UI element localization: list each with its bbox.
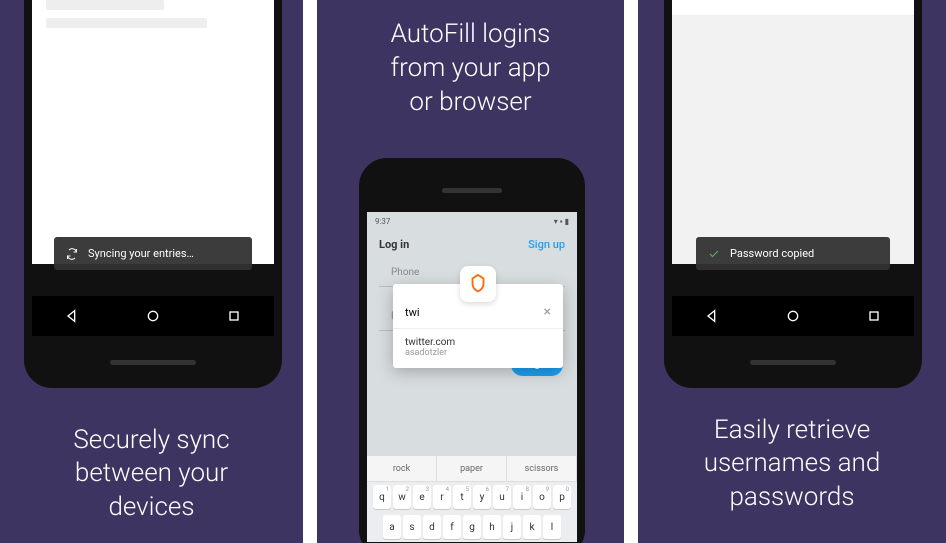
android-navbar bbox=[32, 296, 274, 336]
password-field: Password •••••••••••••••• bbox=[672, 0, 914, 16]
phone-chin bbox=[24, 336, 282, 388]
keyboard-key[interactable]: k bbox=[523, 515, 541, 539]
lockwise-logo-icon bbox=[460, 266, 496, 302]
keyboard-key[interactable]: 5t bbox=[453, 485, 471, 509]
keyboard-key[interactable]: l bbox=[543, 515, 561, 539]
android-navbar bbox=[672, 296, 914, 336]
keyboard-key[interactable]: h bbox=[483, 515, 501, 539]
phone-chin bbox=[664, 336, 922, 388]
suggestion[interactable]: scissors bbox=[507, 456, 577, 481]
status-bar: 9:37 ▾ ▪ ▮ bbox=[367, 212, 577, 230]
suggestion[interactable]: paper bbox=[437, 456, 507, 481]
panel-retrieve: Username asadotzler Password •••••••••••… bbox=[638, 0, 946, 543]
nav-back-icon[interactable] bbox=[64, 308, 80, 324]
phone-screen-2: 9:37 ▾ ▪ ▮ Log in Sign up Phone Pass For… bbox=[367, 212, 577, 542]
nav-back-icon[interactable] bbox=[704, 308, 720, 324]
keyboard-key[interactable]: 3e bbox=[413, 485, 431, 509]
keyboard-key[interactable]: d bbox=[423, 515, 441, 539]
keyboard-key[interactable]: g bbox=[463, 515, 481, 539]
caption-3: Easily retrieve usernames and passwords bbox=[638, 414, 946, 515]
result-username: asadotzler bbox=[405, 348, 551, 358]
login-tab[interactable]: Log in bbox=[379, 238, 409, 251]
phone-screen-1 bbox=[32, 0, 274, 264]
keyboard-suggestions: rock paper scissors bbox=[367, 456, 577, 482]
phone-mockup-1: Syncing your entries… bbox=[24, 0, 282, 388]
app-header: Log in Sign up bbox=[367, 230, 577, 259]
signup-link[interactable]: Sign up bbox=[528, 238, 565, 251]
status-time: 9:37 bbox=[375, 217, 390, 226]
nav-home-icon[interactable] bbox=[145, 308, 161, 324]
panel-sync: Syncing your entries… Securely sync betw… bbox=[0, 0, 303, 543]
keyboard: rock paper scissors 1q2w3e4r5t6y7u8i9o0p… bbox=[367, 456, 577, 542]
nav-home-icon[interactable] bbox=[785, 308, 801, 324]
keyboard-key[interactable]: 4r bbox=[433, 485, 451, 509]
status-icons: ▾ ▪ ▮ bbox=[554, 217, 569, 226]
result-domain: twitter.com bbox=[405, 337, 551, 348]
suggestion[interactable]: rock bbox=[367, 456, 437, 481]
copy-toast: Password copied bbox=[696, 237, 890, 270]
autofill-result[interactable]: twitter.com asadotzler bbox=[393, 328, 563, 368]
nav-recent-icon[interactable] bbox=[866, 308, 882, 324]
keyboard-key[interactable]: 9o bbox=[533, 485, 551, 509]
sync-icon bbox=[66, 248, 78, 260]
keyboard-key[interactable]: 7u bbox=[493, 485, 511, 509]
autofill-search-text: twi bbox=[405, 306, 420, 319]
keyboard-row-2: asdfghjkl bbox=[367, 512, 577, 542]
keyboard-key[interactable]: 6y bbox=[473, 485, 491, 509]
skeleton-content bbox=[32, 0, 274, 52]
check-icon bbox=[708, 248, 720, 260]
phone-screen-3: Username asadotzler Password •••••••••••… bbox=[672, 0, 914, 264]
caption-2: AutoFill logins from your app or browser bbox=[317, 18, 624, 119]
panel-autofill: AutoFill logins from your app or browser… bbox=[317, 0, 624, 543]
sync-toast: Syncing your entries… bbox=[54, 237, 252, 270]
close-icon[interactable]: × bbox=[544, 304, 551, 320]
keyboard-key[interactable]: 1q bbox=[373, 485, 391, 509]
phone-top bbox=[367, 168, 577, 212]
keyboard-key[interactable]: 2w bbox=[393, 485, 411, 509]
password-value: •••••••••••••••• bbox=[686, 0, 900, 11]
toast-text: Syncing your entries… bbox=[88, 247, 194, 260]
caption-1: Securely sync between your devices bbox=[0, 424, 303, 525]
toast-text: Password copied bbox=[730, 247, 814, 260]
blank-background bbox=[672, 16, 914, 264]
phone-mockup-3: Username asadotzler Password •••••••••••… bbox=[664, 0, 922, 388]
keyboard-row-1: 1q2w3e4r5t6y7u8i9o0p bbox=[367, 482, 577, 512]
keyboard-key[interactable]: s bbox=[403, 515, 421, 539]
keyboard-key[interactable]: f bbox=[443, 515, 461, 539]
nav-recent-icon[interactable] bbox=[226, 308, 242, 324]
keyboard-key[interactable]: 8i bbox=[513, 485, 531, 509]
keyboard-key[interactable]: 0p bbox=[553, 485, 571, 509]
phone-mockup-2: 9:37 ▾ ▪ ▮ Log in Sign up Phone Pass For… bbox=[359, 158, 585, 543]
keyboard-key[interactable]: j bbox=[503, 515, 521, 539]
autofill-popup: twi × twitter.com asadotzler bbox=[393, 284, 563, 368]
keyboard-key[interactable]: a bbox=[383, 515, 401, 539]
